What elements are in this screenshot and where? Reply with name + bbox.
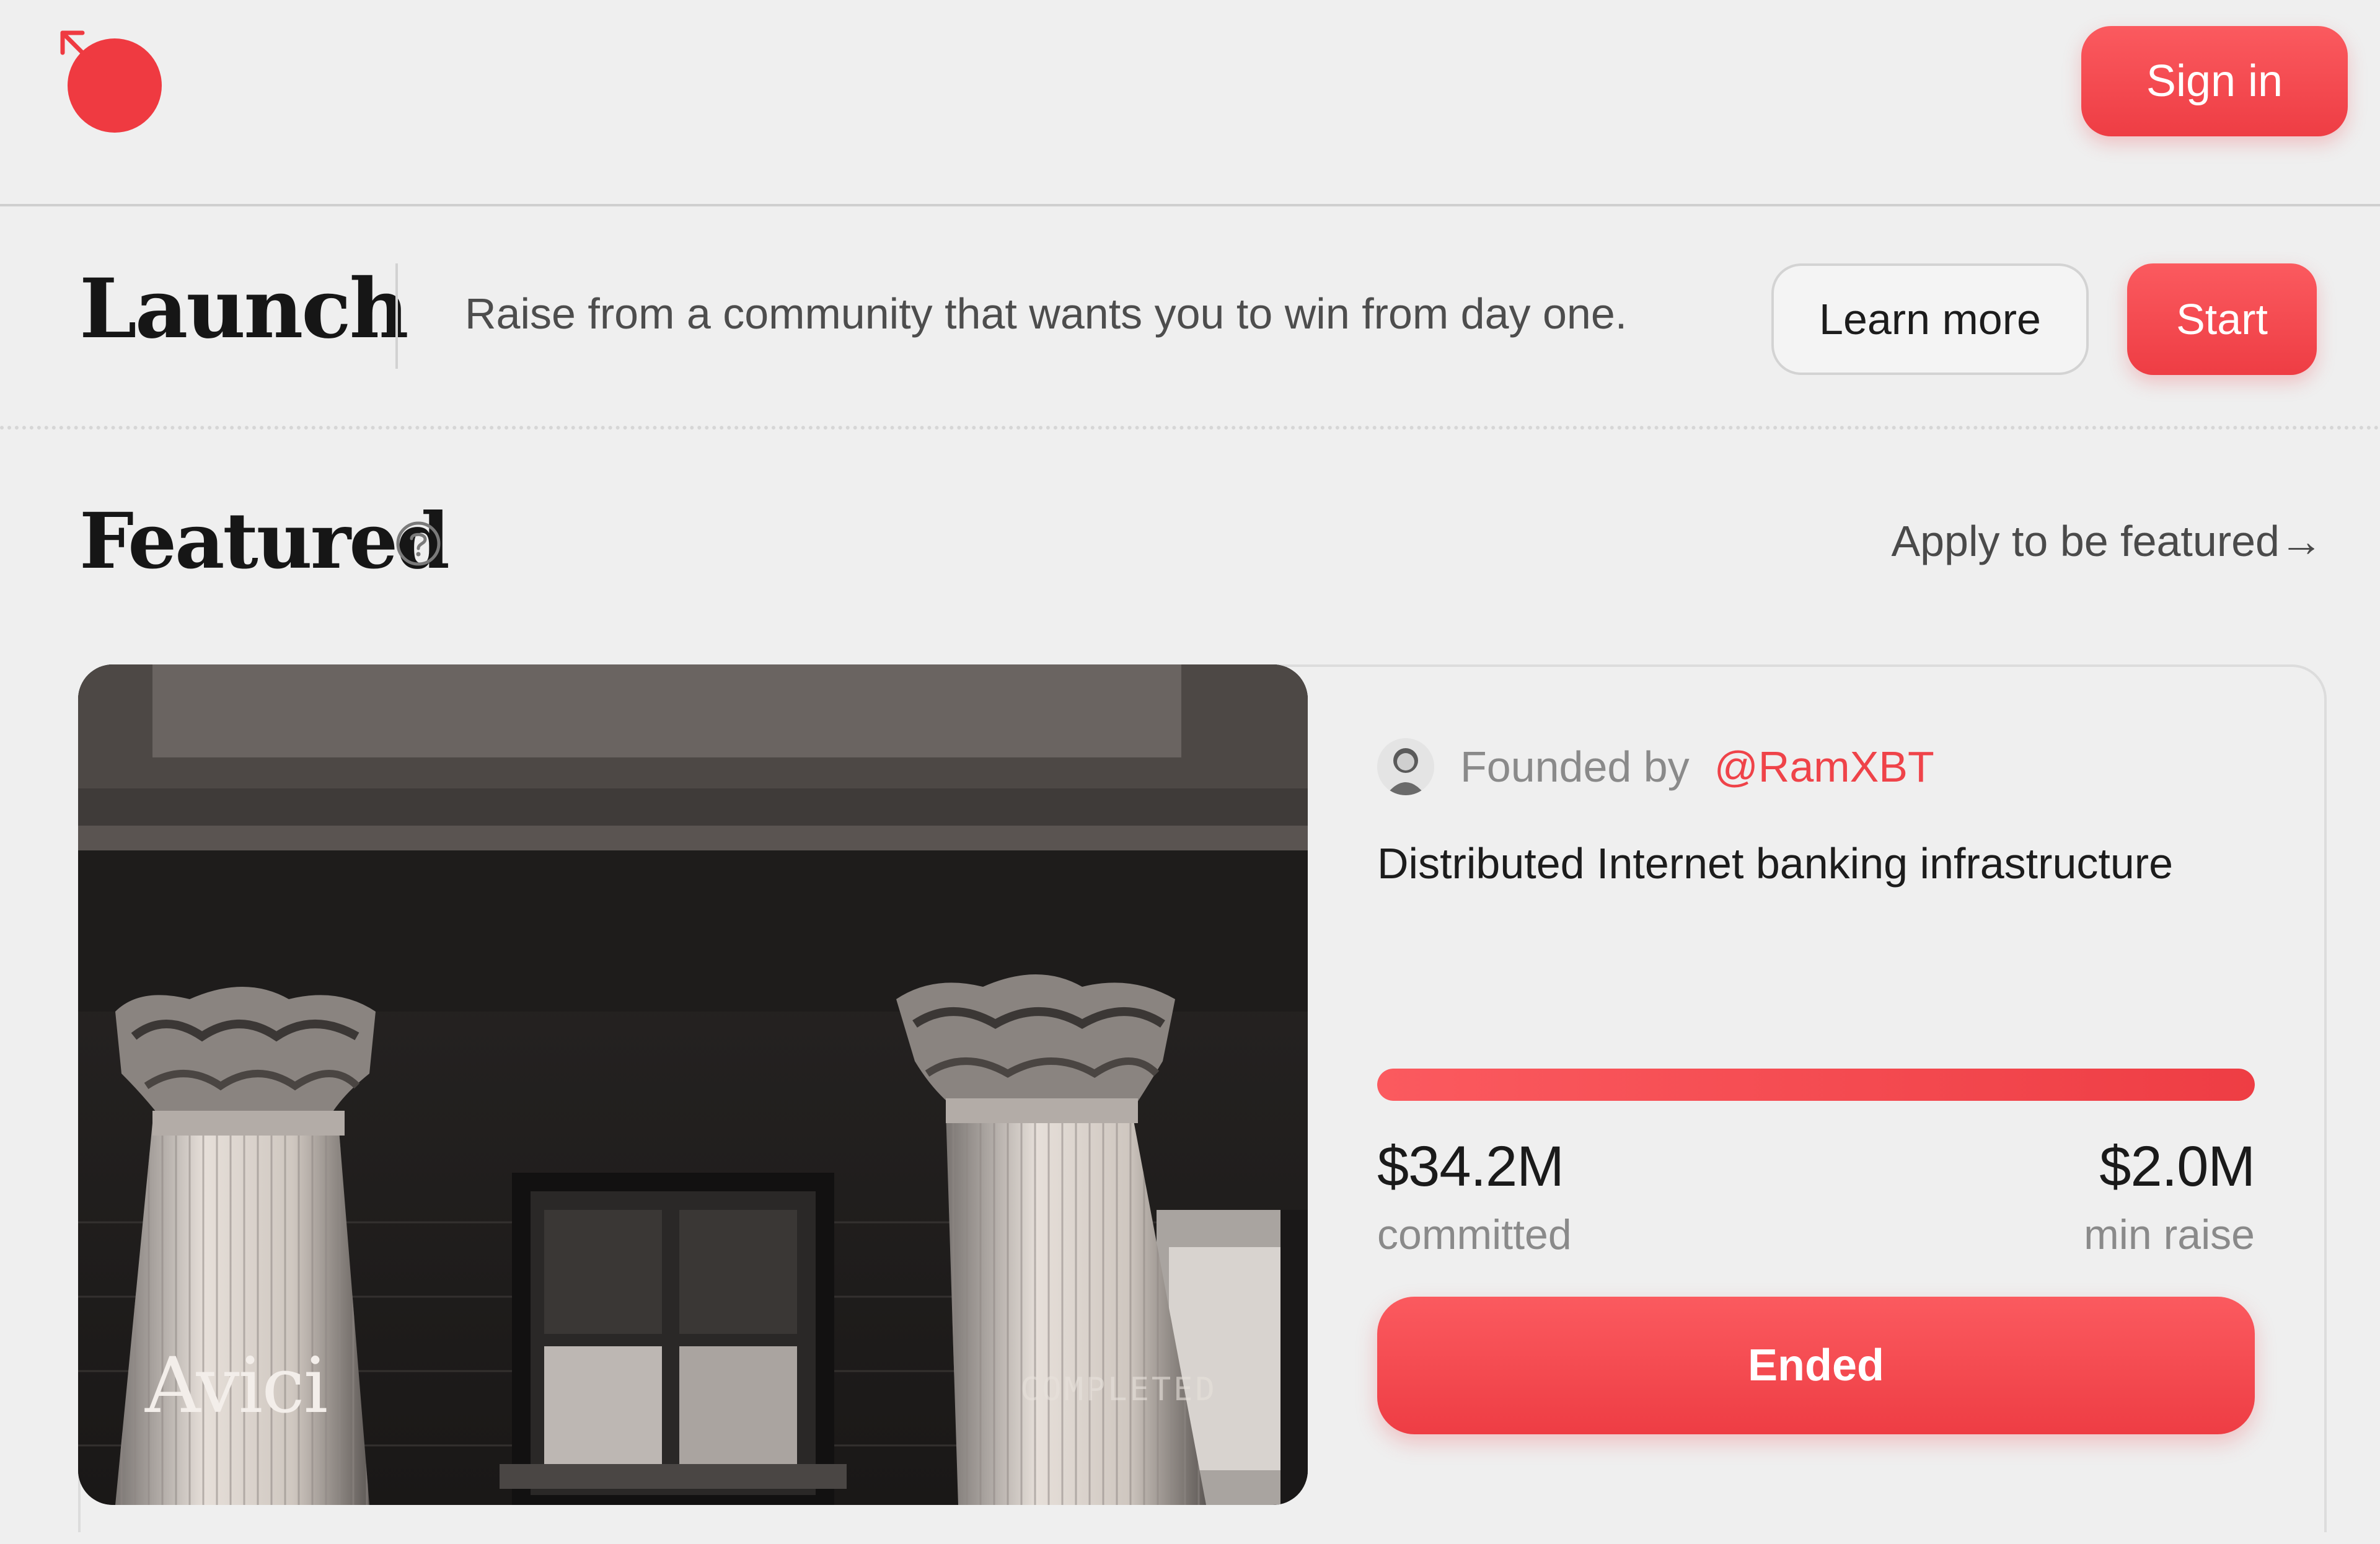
committed-value: $34.2M [1377, 1135, 1564, 1198]
avatar [1377, 738, 1434, 795]
featured-title: Featured [79, 496, 450, 586]
committed-label: committed [1377, 1211, 1572, 1258]
apply-to-be-featured-link[interactable]: Apply to be featured→ [1891, 519, 2323, 563]
learn-more-button[interactable]: Learn more [1771, 263, 2089, 375]
min-raise-value: $2.0M [2099, 1135, 2255, 1198]
project-name: Avici [145, 1341, 328, 1431]
project-image[interactable]: Avici COMPLETED [78, 664, 1308, 1505]
founded-by-label: Founded by [1460, 743, 1690, 791]
logo-icon[interactable] [59, 28, 170, 139]
start-button[interactable]: Start [2127, 263, 2317, 375]
launch-divider [395, 263, 398, 369]
launch-title: Launch [79, 261, 409, 357]
founder-handle-link[interactable]: @RamXBT [1714, 742, 1934, 792]
min-raise-label: min raise [2084, 1211, 2255, 1258]
funding-progress-fill [1377, 1069, 2255, 1101]
project-description: Distributed Internet banking infrastruct… [1377, 839, 2173, 888]
founder-row: Founded by @RamXBT [1377, 733, 1934, 801]
top-header: Sign in [0, 0, 2380, 206]
funding-progress-bar [1377, 1069, 2255, 1101]
ended-button[interactable]: Ended [1377, 1297, 2255, 1434]
status-label: COMPLETED [1020, 1371, 1217, 1408]
question-circle-graphic [396, 521, 441, 566]
launch-tagline: Raise from a community that wants you to… [465, 289, 1628, 338]
help-icon[interactable] [394, 519, 443, 568]
sign-in-button[interactable]: Sign in [2081, 26, 2348, 136]
logo-graphic [60, 30, 162, 133]
avatar-graphic [1377, 738, 1434, 795]
launch-bar: Launch Raise from a community that wants… [0, 206, 2380, 430]
